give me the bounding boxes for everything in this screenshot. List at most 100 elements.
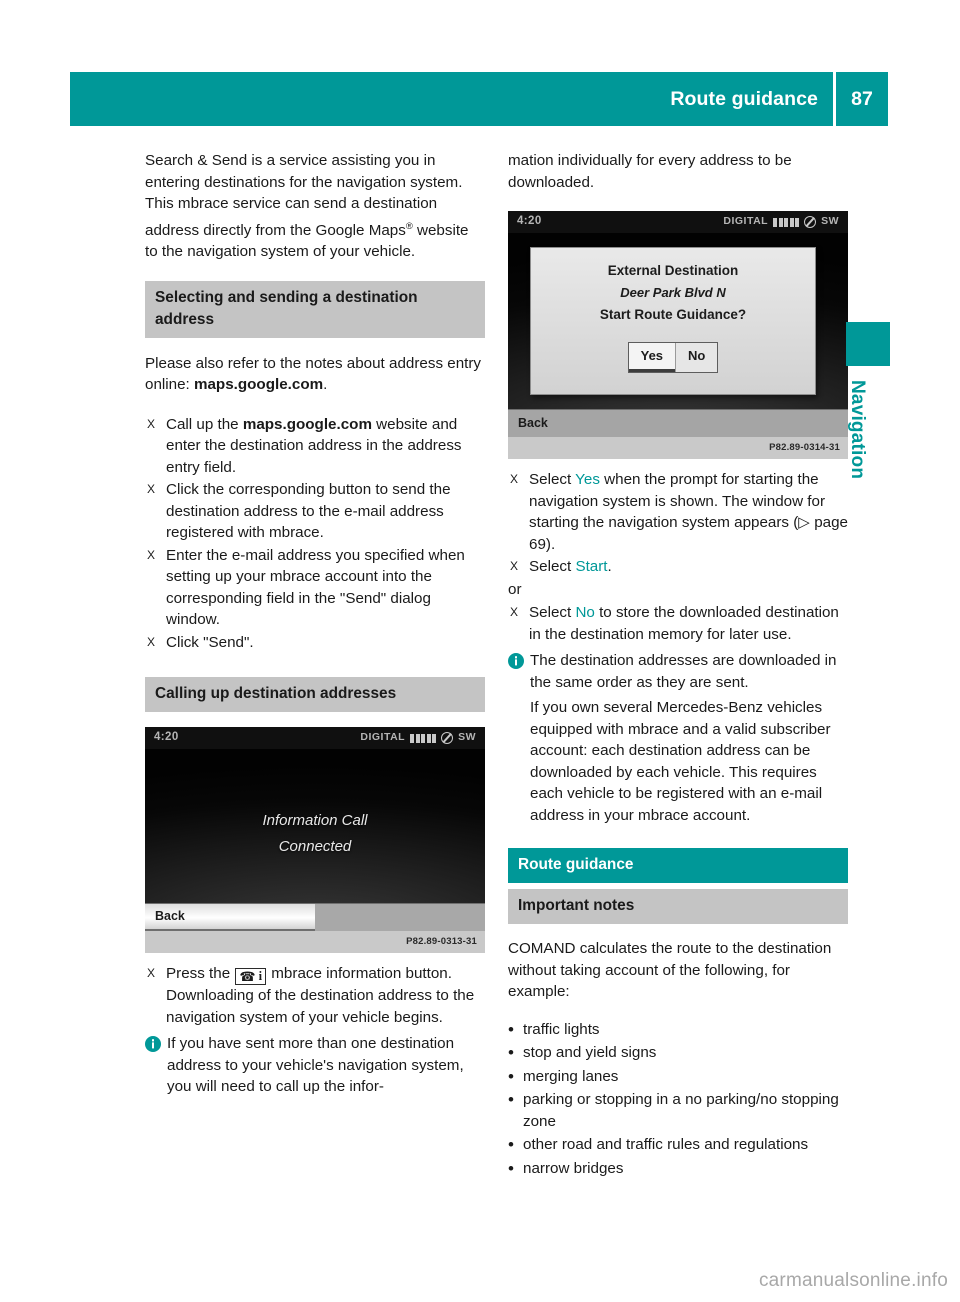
comand-status-bar: 4:20 DIGITAL SW <box>145 727 485 750</box>
step-text-bold: maps.google.com <box>242 415 372 433</box>
step-marker-icon: X <box>147 547 156 562</box>
step-text: Enter the e-mail address you specified w… <box>166 546 465 629</box>
chapter-marker-square <box>846 322 890 366</box>
heading-route-guidance: Route guidance <box>508 848 848 883</box>
notes-post: . <box>323 376 328 394</box>
comand-screen: 4:20 DIGITAL SW External Destination Dee… <box>508 211 848 437</box>
status-right-group: DIGITAL SW <box>723 211 839 233</box>
comand-figure-external-destination: 4:20 DIGITAL SW External Destination Dee… <box>508 211 848 459</box>
step-text-pre: Call up the <box>166 415 243 433</box>
source-label: SW <box>821 215 839 228</box>
list-item-label: traffic lights <box>523 1020 600 1038</box>
step-text-pre: Select <box>529 558 576 575</box>
step-text: Select Start. <box>529 556 848 578</box>
dialog-address: Deer Park Blvd N <box>620 285 726 300</box>
comand-softkey-bar: Back <box>145 903 485 932</box>
list-item: • merging lanes <box>508 1066 848 1088</box>
chapter-side-tab: Navigation <box>846 322 890 479</box>
list-item: • stop and yield signs <box>508 1042 848 1064</box>
or-label: or <box>508 580 522 598</box>
info-icon <box>145 1036 167 1098</box>
step-item: X Enter the e-mail address you specified… <box>145 545 485 631</box>
step-item: X Click "Send". <box>145 632 485 654</box>
step-marker-icon: X <box>147 482 156 497</box>
bullet-icon: • <box>508 1066 514 1086</box>
page-title: Route guidance <box>70 72 833 126</box>
step-item: X Click the corresponding button to send… <box>145 479 485 544</box>
step-text: Click "Send". <box>166 633 254 651</box>
info-note: If you have sent more than one destinati… <box>145 1033 485 1098</box>
left-column: Search & Send is a service assisting you… <box>145 150 485 1098</box>
source-label: SW <box>458 731 476 744</box>
watermark: carmanualsonline.info <box>758 1270 948 1291</box>
info-note-text-2: If you own several Mercedes-Benz vehicle… <box>530 699 831 824</box>
external-destination-dialog: External Destination Deer Park Blvd N St… <box>530 247 816 395</box>
exclusions-list: • traffic lights • stop and yield signs • m… <box>508 1019 848 1180</box>
info-note-text-1: The destination addresses are downloaded… <box>530 652 837 691</box>
phone-handset-icon: ☎ <box>239 969 256 985</box>
clock-label: 4:20 <box>154 731 179 744</box>
maps-url-inline: maps.google.com <box>193 376 324 394</box>
status-right-group: DIGITAL SW <box>360 727 476 749</box>
no-signal-icon <box>441 732 454 745</box>
call-status-line1: Information Call <box>262 812 368 830</box>
dialog-button-group: Yes No <box>627 342 719 373</box>
list-item-label: other road and traffic rules and regulat… <box>523 1136 809 1153</box>
bullet-icon: • <box>508 1019 514 1039</box>
bullet-icon: • <box>508 1090 514 1109</box>
signal-strength-icon <box>410 733 437 743</box>
dialog-yes-button[interactable]: Yes <box>628 343 676 372</box>
list-item-label: stop and yield signs <box>523 1044 657 1061</box>
comand-screen-body: External Destination Deer Park Blvd N St… <box>508 233 848 409</box>
clock-label: 4:20 <box>517 215 542 228</box>
step-text-pre: Select <box>529 604 576 621</box>
no-signal-icon <box>804 216 817 228</box>
heading-important-notes: Important notes <box>508 889 848 924</box>
list-item-label: merging lanes <box>523 1067 619 1085</box>
band-label: DIGITAL <box>723 215 769 228</box>
info-letter-icon: i <box>258 969 263 984</box>
step-text: Click the corresponding button to send t… <box>166 481 451 542</box>
heading-calling-up: Calling up destination addresses <box>145 677 485 713</box>
info-note-body: The destination addresses are downloaded… <box>530 650 848 826</box>
step-marker-icon: X <box>147 966 156 981</box>
list-item: • parking or stopping in a no parking/no … <box>508 1089 848 1132</box>
step-item: X Select Start. <box>508 556 848 578</box>
comand-screen-body: Information Call Connected <box>145 749 485 904</box>
heading-selecting-sending: Selecting and sending a destination addr… <box>145 280 485 338</box>
bullet-icon: • <box>508 1158 514 1178</box>
step-item: X Call up the maps.google.com website an… <box>145 414 485 479</box>
registered-mark: ® <box>405 219 413 231</box>
list-item-label: parking or stopping in a no parking/no s… <box>523 1091 839 1130</box>
step-marker-icon: X <box>510 472 519 486</box>
step-text-term: No <box>575 604 595 621</box>
dialog-no-button[interactable]: No <box>675 343 717 372</box>
softkey-back[interactable]: Back <box>145 904 315 932</box>
step-item: X Select No to store the downloaded dest… <box>508 602 848 645</box>
step-text-term: Yes <box>575 471 600 488</box>
figure-caption: P82.89-0314-31 <box>508 437 848 459</box>
call-status-text: Information Call Connected <box>145 808 485 860</box>
step-item: X Select Yes when the prompt for startin… <box>508 469 848 555</box>
list-item: • traffic lights <box>508 1019 848 1041</box>
info-note-text: If you have sent more than one destinati… <box>167 1035 464 1096</box>
softkey-back[interactable]: Back <box>508 410 848 437</box>
dialog-title: External Destination <box>607 263 739 278</box>
comand-status-bar: 4:20 DIGITAL SW <box>508 211 848 233</box>
call-status-line2: Connected <box>278 838 352 856</box>
step-text: Select No to store the downloaded destin… <box>529 602 848 645</box>
step-text: Call up the maps.google.com website and … <box>166 414 485 479</box>
page-header: Route guidance 87 <box>70 72 888 126</box>
comand-softkey-bar: Back <box>508 409 848 437</box>
info-icon <box>508 653 530 826</box>
step-text: Select Yes when the prompt for starting … <box>529 469 848 555</box>
band-label: DIGITAL <box>360 731 406 744</box>
page-number: 87 <box>836 72 888 126</box>
bullet-icon: • <box>508 1135 514 1154</box>
step-item-press-mbrace: X Press the ☎ i mbrace information button… <box>145 963 485 1028</box>
step-text-post: . <box>607 558 612 575</box>
comand-screen: 4:20 DIGITAL SW Information Call Connect… <box>145 727 485 932</box>
step-marker-icon: X <box>147 416 156 431</box>
mbrace-information-button-icon: ☎ i <box>235 968 267 986</box>
right-column: mation individually for every address to… <box>508 150 848 1181</box>
